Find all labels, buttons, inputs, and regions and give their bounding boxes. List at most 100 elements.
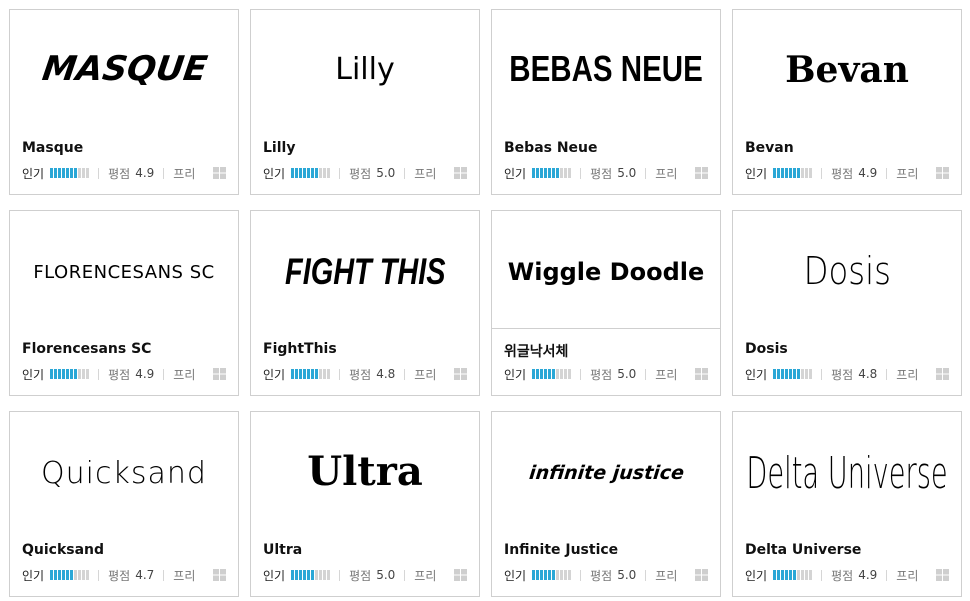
divider: [404, 569, 406, 581]
popularity-bar: [291, 168, 331, 178]
font-name[interactable]: Ultra: [263, 542, 302, 558]
font-preview[interactable]: Bevan: [733, 10, 961, 128]
popularity-segment: [560, 369, 564, 379]
rating-label: 평점: [590, 568, 613, 583]
font-preview[interactable]: MASQUE: [10, 10, 238, 128]
font-preview[interactable]: Quicksand: [10, 412, 238, 530]
popularity-segment: [86, 168, 90, 178]
font-preview[interactable]: Ultra: [251, 412, 479, 530]
rating-value: 5.0: [376, 166, 396, 180]
popularity-label: 인기: [22, 367, 45, 382]
popularity-label: 인기: [263, 568, 286, 583]
font-card-florencesans-sc[interactable]: FLORENCESANS SC Florencesans SC 인기 평점 4.…: [9, 210, 239, 396]
svg-text:Dosis: Dosis: [804, 250, 891, 294]
font-card-dosis[interactable]: Dosis Dosis 인기 평점 4.8 프리: [732, 210, 962, 396]
popularity-segment: [74, 168, 78, 178]
font-card-quicksand[interactable]: Quicksand Quicksand 인기 평점 4.7 프리: [9, 411, 239, 597]
popularity-segment: [568, 168, 572, 178]
popularity-segment: [311, 570, 315, 580]
windows-icon: [936, 569, 949, 581]
popularity-bar: [50, 369, 90, 379]
font-preview[interactable]: Lilly: [251, 10, 479, 128]
popularity-segment: [781, 570, 785, 580]
popularity-segment: [532, 168, 536, 178]
font-name[interactable]: Quicksand: [22, 542, 104, 558]
font-meta: 인기 평점 4.8 프리: [745, 366, 951, 382]
svg-text:infinite justice: infinite justice: [528, 462, 685, 484]
font-name[interactable]: Bevan: [745, 140, 794, 156]
svg-text:MASQUE: MASQUE: [40, 49, 210, 89]
divider: [580, 167, 582, 179]
popularity-segment: [532, 369, 536, 379]
font-name[interactable]: 위글낙서체: [504, 341, 568, 361]
font-preview[interactable]: Wiggle Doodle: [492, 211, 720, 329]
popularity-segment: [805, 369, 809, 379]
divider: [404, 368, 406, 380]
popularity-segment: [777, 570, 781, 580]
font-card-bevan[interactable]: Bevan Bevan 인기 평점 4.9 프리: [732, 9, 962, 195]
font-card-fightthis[interactable]: FIGHT THIS FightThis 인기 평점 4.8 프리: [250, 210, 480, 396]
font-card-lilly[interactable]: Lilly Lilly 인기 평점 5.0 프리: [250, 9, 480, 195]
popularity-segment: [544, 570, 548, 580]
font-name[interactable]: Florencesans SC: [22, 341, 151, 357]
rating-value: 5.0: [617, 568, 637, 582]
font-card-delta-universe[interactable]: Delta Universe Delta Universe 인기 평점 4.9 …: [732, 411, 962, 597]
font-card-infinite-justice[interactable]: infinite justice Infinite Justice 인기 평점 …: [491, 411, 721, 597]
license-label: 프리: [414, 166, 437, 181]
rating-label: 평점: [590, 166, 613, 181]
popularity-segment: [536, 570, 540, 580]
popularity-segment: [303, 168, 307, 178]
license-label: 프리: [655, 568, 678, 583]
popularity-segment: [70, 369, 74, 379]
divider: [98, 368, 100, 380]
rating-label: 평점: [831, 166, 854, 181]
popularity-segment: [50, 570, 54, 580]
popularity-segment: [62, 168, 66, 178]
font-name[interactable]: Masque: [22, 140, 83, 156]
font-preview[interactable]: Delta Universe: [733, 412, 961, 530]
popularity-segment: [540, 369, 544, 379]
font-name[interactable]: Dosis: [745, 341, 788, 357]
rating-value: 5.0: [376, 568, 396, 582]
popularity-segment: [801, 570, 805, 580]
popularity-segment: [797, 570, 801, 580]
divider: [404, 167, 406, 179]
popularity-segment: [540, 168, 544, 178]
font-name[interactable]: Infinite Justice: [504, 542, 618, 558]
font-preview[interactable]: BEBAS NEUE: [492, 10, 720, 128]
popularity-segment: [809, 369, 813, 379]
font-meta: 인기 평점 5.0 프리: [263, 567, 469, 583]
font-card-ultra[interactable]: Ultra Ultra 인기 평점 5.0 프리: [250, 411, 480, 597]
font-meta: 인기 평점 5.0 프리: [504, 165, 710, 181]
popularity-segment: [773, 570, 777, 580]
popularity-bar: [532, 168, 572, 178]
font-preview[interactable]: FLORENCESANS SC: [10, 211, 238, 329]
popularity-segment: [70, 570, 74, 580]
font-preview[interactable]: infinite justice: [492, 412, 720, 530]
popularity-segment: [86, 570, 90, 580]
font-name[interactable]: FightThis: [263, 341, 337, 357]
popularity-segment: [777, 168, 781, 178]
svg-text:FIGHT THIS: FIGHT THIS: [285, 252, 445, 293]
license-label: 프리: [173, 568, 196, 583]
font-card-wiggle-doodle[interactable]: Wiggle Doodle 위글낙서체 인기 평점 5.0 프리: [491, 210, 721, 396]
divider: [98, 569, 100, 581]
font-name[interactable]: Delta Universe: [745, 542, 861, 558]
popularity-segment: [797, 369, 801, 379]
popularity-segment: [560, 570, 564, 580]
popularity-segment: [548, 570, 552, 580]
font-card-masque[interactable]: MASQUE Masque 인기 평점 4.9 프리: [9, 9, 239, 195]
divider: [163, 569, 165, 581]
license-label: 프리: [896, 166, 919, 181]
popularity-bar: [773, 369, 813, 379]
font-card-bebas-neue[interactable]: BEBAS NEUE Bebas Neue 인기 평점 5.0 프리: [491, 9, 721, 195]
popularity-segment: [78, 168, 82, 178]
rating-label: 평점: [349, 166, 372, 181]
popularity-segment: [556, 168, 560, 178]
font-preview[interactable]: FIGHT THIS: [251, 211, 479, 329]
font-preview[interactable]: Dosis: [733, 211, 961, 329]
font-name[interactable]: Lilly: [263, 140, 295, 156]
font-name[interactable]: Bebas Neue: [504, 140, 598, 156]
rating-label: 평점: [108, 568, 131, 583]
svg-text:Delta Universe: Delta Universe: [746, 447, 947, 499]
